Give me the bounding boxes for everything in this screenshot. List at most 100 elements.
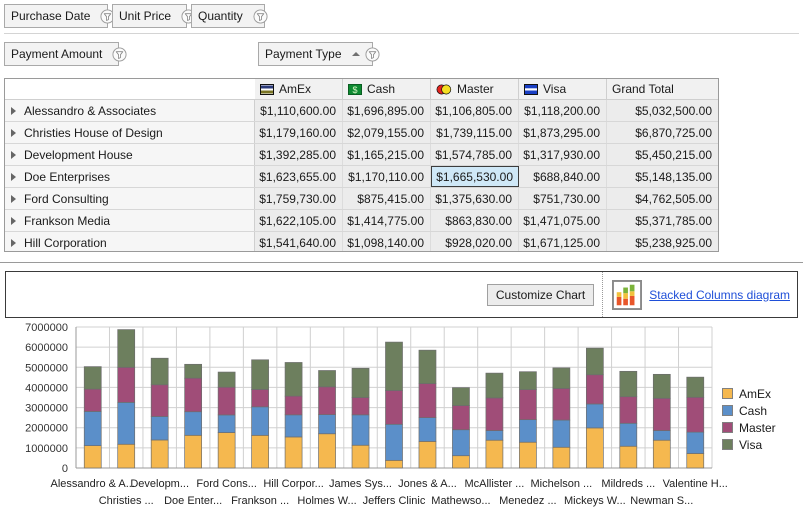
table-row[interactable]: Alessandro & Associates $1,110,600.00 $1,6… [5, 100, 718, 122]
bar-segment-visa[interactable] [117, 329, 136, 368]
bar-segment-amex[interactable] [418, 441, 437, 469]
bar-segment-amex[interactable] [351, 444, 370, 469]
bar-segment-master[interactable] [117, 366, 136, 403]
bar-segment-visa[interactable] [217, 371, 236, 388]
bar-segment-cash[interactable] [585, 403, 604, 429]
data-cell[interactable]: $2,079,155.00 [343, 122, 431, 143]
bar-segment-master[interactable] [686, 396, 705, 433]
grand-total-cell[interactable]: $5,032,500.00 [607, 100, 718, 121]
customize-chart-button[interactable]: Customize Chart [486, 283, 595, 306]
bar-segment-master[interactable] [318, 386, 336, 415]
bar-segment-visa[interactable] [150, 357, 169, 386]
bar-segment-cash[interactable] [686, 431, 705, 454]
bar-segment-master[interactable] [552, 388, 571, 421]
data-cell[interactable]: $1,574,785.00 [431, 144, 519, 165]
bar-segment-visa[interactable] [418, 349, 437, 384]
bar-segment-visa[interactable] [552, 367, 571, 389]
expand-collapse-icon[interactable] [11, 194, 16, 203]
bar-segment-cash[interactable] [217, 414, 236, 433]
bar-segment-master[interactable] [585, 374, 604, 405]
data-cell[interactable]: $1,118,200.00 [519, 100, 607, 121]
bar-segment-visa[interactable] [351, 367, 370, 398]
bar-segment-cash[interactable] [318, 414, 336, 435]
bar-segment-master[interactable] [418, 383, 437, 418]
bar-segment-master[interactable] [619, 396, 638, 424]
grand-total-cell[interactable]: $6,870,725.00 [607, 122, 718, 143]
data-cell[interactable]: $1,414,775.00 [343, 210, 431, 231]
field-quantity[interactable]: Quantity [191, 4, 268, 28]
row-header-cell[interactable]: Hill Corporation [5, 232, 255, 251]
diagram-selector[interactable]: Stacked Columns diagram [612, 279, 790, 310]
data-cell[interactable]: $1,541,640.00 [255, 232, 343, 251]
data-cell[interactable]: $1,098,140.00 [343, 232, 431, 251]
data-cell[interactable]: $1,739,115.00 [431, 122, 519, 143]
bar-segment-cash[interactable] [385, 423, 403, 461]
data-cell[interactable]: $1,165,215.00 [343, 144, 431, 165]
expand-collapse-icon[interactable] [11, 172, 16, 181]
row-header-cell[interactable]: Development House [5, 144, 255, 165]
table-row[interactable]: Hill Corporation $1,541,640.00 $1,098,140.… [5, 232, 718, 251]
sort-ascending-icon[interactable] [351, 52, 360, 56]
data-cell[interactable]: $1,179,160.00 [255, 122, 343, 143]
bar-segment-cash[interactable] [184, 411, 203, 436]
bar-segment-cash[interactable] [284, 414, 303, 438]
bar-segment-amex[interactable] [83, 445, 102, 469]
data-cell[interactable]: $875,415.00 [343, 188, 431, 209]
bar-segment-master[interactable] [519, 389, 537, 421]
data-cell[interactable]: $928,020.00 [431, 232, 519, 251]
bar-segment-master[interactable] [251, 389, 269, 408]
row-header-cell[interactable]: Frankson Media [5, 210, 255, 231]
grand-total-cell[interactable]: $5,371,785.00 [607, 210, 718, 231]
data-cell[interactable]: $1,622,105.00 [255, 210, 343, 231]
row-header-cell[interactable]: Ford Consulting [5, 188, 255, 209]
bar-segment-amex[interactable] [217, 432, 236, 469]
bar-segment-visa[interactable] [251, 359, 269, 390]
bar-segment-visa[interactable] [686, 376, 705, 398]
bar-segment-amex[interactable] [117, 443, 136, 469]
data-cell[interactable]: $1,110,600.00 [255, 100, 343, 121]
bar-segment-amex[interactable] [686, 453, 705, 469]
bar-segment-cash[interactable] [552, 419, 571, 448]
legend-item-amex[interactable]: AmEx [722, 385, 776, 402]
data-cell[interactable]: $1,671,125.00 [519, 232, 607, 251]
bar-segment-cash[interactable] [251, 406, 269, 436]
grand-total-cell[interactable]: $5,148,135.00 [607, 166, 718, 187]
bar-segment-amex[interactable] [585, 427, 604, 469]
filter-icon[interactable] [112, 46, 127, 62]
expand-collapse-icon[interactable] [11, 106, 16, 115]
bar-segment-amex[interactable] [552, 446, 571, 469]
stacked-columns-chart[interactable]: 0 1000000 2000000 3000000 4000000 5000000 6000… [0, 321, 803, 528]
bar-segment-visa[interactable] [652, 373, 671, 399]
bar-segment-amex[interactable] [519, 441, 537, 469]
bar-segment-visa[interactable] [519, 371, 537, 390]
bar-segment-amex[interactable] [385, 459, 403, 469]
bar-segment-cash[interactable] [619, 422, 638, 447]
expand-collapse-icon[interactable] [11, 128, 16, 137]
field-payment-type[interactable]: Payment Type [258, 42, 380, 66]
selected-data-cell[interactable]: $1,665,530.00 [431, 166, 519, 187]
grid-column-header-cash[interactable]: $ Cash [343, 79, 431, 99]
pivot-grid[interactable]: AmEx $ Cash Master Visa Grand Total Alessandr… [4, 78, 719, 252]
bar-segment-amex[interactable] [318, 433, 336, 469]
bar-segment-master[interactable] [652, 397, 671, 431]
row-header-cell[interactable]: Alessandro & Associates [5, 100, 255, 121]
row-header-cell[interactable]: Christies House of Design [5, 122, 255, 143]
bar-segment-master[interactable] [150, 384, 169, 417]
bar-segment-master[interactable] [184, 377, 203, 413]
bar-segment-amex[interactable] [184, 434, 203, 469]
expand-collapse-icon[interactable] [11, 216, 16, 225]
bar-segment-visa[interactable] [452, 387, 470, 406]
legend-item-cash[interactable]: Cash [722, 402, 776, 419]
data-cell[interactable]: $751,730.00 [519, 188, 607, 209]
data-cell[interactable]: $1,170,110.00 [343, 166, 431, 187]
bar-segment-visa[interactable] [284, 362, 303, 397]
expand-collapse-icon[interactable] [11, 238, 16, 247]
grid-column-header-master[interactable]: Master [431, 79, 519, 99]
bar-segment-cash[interactable] [83, 411, 102, 446]
data-cell[interactable]: $863,830.00 [431, 210, 519, 231]
data-cell[interactable]: $1,106,805.00 [431, 100, 519, 121]
bar-segment-master[interactable] [385, 390, 403, 425]
filter-icon[interactable] [253, 8, 268, 24]
grid-column-header-visa[interactable]: Visa [519, 79, 607, 99]
bar-segment-cash[interactable] [418, 417, 437, 442]
